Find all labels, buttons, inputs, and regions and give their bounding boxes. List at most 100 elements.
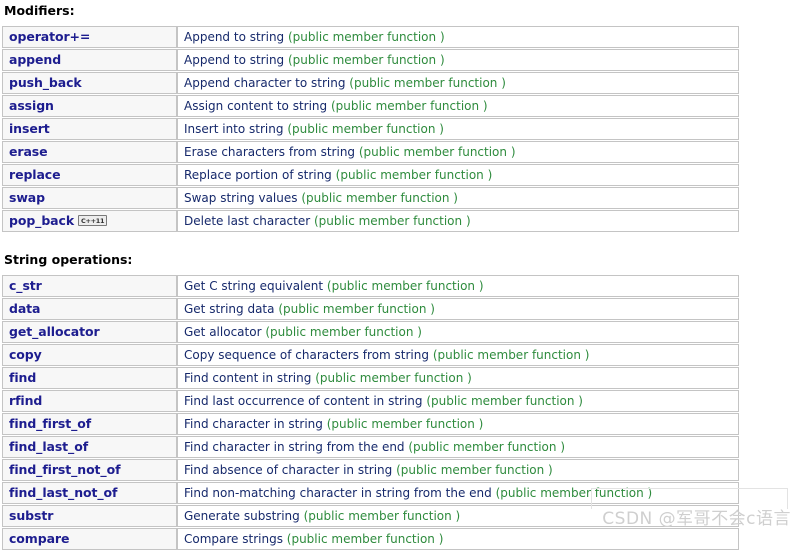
section-string-operations: String operations: c_str Get C string eq…: [0, 253, 801, 551]
table-row: substr Generate substring (public member…: [2, 505, 739, 527]
member-link[interactable]: find_first_not_of: [9, 462, 121, 477]
member-link[interactable]: compare: [9, 531, 69, 546]
member-link[interactable]: data: [9, 301, 41, 316]
table-row: push_back Append character to string (pu…: [2, 72, 739, 94]
table-row: pop_back C++11 Delete last character (pub…: [2, 210, 739, 232]
table-row: swap Swap string values (public member f…: [2, 187, 739, 209]
member-desc-cell: Erase characters from string (public mem…: [177, 141, 739, 163]
member-kind: (public member function ): [358, 144, 516, 159]
table-row: rfind Find last occurrence of content in…: [2, 390, 739, 412]
member-description: Assign content to string: [184, 98, 328, 113]
member-name-cell: insert: [2, 118, 177, 140]
member-desc-cell: Assign content to string (public member …: [177, 95, 739, 117]
table-row: find_first_of Find character in string (…: [2, 413, 739, 435]
member-link[interactable]: find: [9, 370, 36, 385]
member-link[interactable]: get_allocator: [9, 324, 100, 339]
table-row: get_allocator Get allocator (public memb…: [2, 321, 739, 343]
member-name-cell: operator+=: [2, 26, 177, 48]
member-link[interactable]: assign: [9, 98, 54, 113]
member-desc-cell: Get allocator (public member function ): [177, 321, 739, 343]
member-link[interactable]: swap: [9, 190, 45, 205]
member-desc-cell: Insert into string (public member functi…: [177, 118, 739, 140]
member-desc-cell: Find absence of character in string (pub…: [177, 459, 739, 481]
member-link[interactable]: erase: [9, 144, 48, 159]
member-description: Get allocator: [184, 324, 262, 339]
member-kind: (public member function ): [265, 324, 422, 339]
member-description: Append to string: [184, 52, 285, 67]
modifiers-table-body: operator+= Append to string (public memb…: [2, 26, 739, 232]
member-description: Swap string values: [184, 190, 298, 205]
member-link[interactable]: operator+=: [9, 29, 90, 44]
member-kind: (public member function ): [278, 301, 435, 316]
member-kind: (public member function ): [326, 278, 484, 293]
member-name-cell: replace: [2, 164, 177, 186]
member-description: Append to string: [184, 29, 285, 44]
member-name-cell: compare: [2, 528, 177, 550]
member-link[interactable]: copy: [9, 347, 42, 362]
member-name-cell: push_back: [2, 72, 177, 94]
member-desc-cell: Append to string (public member function…: [177, 49, 739, 71]
member-link[interactable]: c_str: [9, 278, 42, 293]
member-link[interactable]: find_last_of: [9, 439, 88, 454]
member-kind: (public member function ): [432, 347, 590, 362]
member-link[interactable]: find_last_not_of: [9, 485, 117, 500]
member-kind: (public member function ): [396, 462, 553, 477]
member-name-cell: find: [2, 367, 177, 389]
member-desc-cell: Find non-matching character in string fr…: [177, 482, 739, 504]
member-name-cell: find_first_not_of: [2, 459, 177, 481]
table-row: data Get string data (public member func…: [2, 298, 739, 320]
member-name-cell: find_last_of: [2, 436, 177, 458]
member-kind: (public member function ): [408, 439, 566, 454]
member-kind: (public member function ): [315, 370, 472, 385]
member-desc-cell: Swap string values (public member functi…: [177, 187, 739, 209]
member-desc-cell: Replace portion of string (public member…: [177, 164, 739, 186]
member-kind: (public member function ): [426, 393, 583, 408]
member-link[interactable]: append: [9, 52, 61, 67]
member-name-cell: substr: [2, 505, 177, 527]
member-description: Delete last character: [184, 213, 311, 228]
member-name-cell: get_allocator: [2, 321, 177, 343]
member-kind: (public member function ): [288, 52, 445, 67]
member-description: Find content in string: [184, 370, 312, 385]
member-link[interactable]: replace: [9, 167, 61, 182]
table-row: assign Assign content to string (public …: [2, 95, 739, 117]
member-link[interactable]: pop_back: [9, 213, 74, 228]
string-operations-table: c_str Get C string equivalent (public me…: [2, 274, 739, 551]
member-description: Find non-matching character in string fr…: [184, 485, 492, 500]
member-kind: (public member function ): [349, 75, 506, 90]
table-row: find_first_not_of Find absence of charac…: [2, 459, 739, 481]
member-name-cell: append: [2, 49, 177, 71]
member-desc-cell: Compare strings (public member function …: [177, 528, 739, 550]
member-link[interactable]: find_first_of: [9, 416, 91, 431]
member-description: Insert into string: [184, 121, 284, 136]
string-operations-table-body: c_str Get C string equivalent (public me…: [2, 275, 739, 550]
member-link[interactable]: rfind: [9, 393, 42, 408]
member-kind: (public member function ): [335, 167, 493, 182]
member-kind: (public member function ): [303, 508, 461, 523]
member-description: Find character in string: [184, 416, 323, 431]
member-kind: (public member function ): [301, 190, 458, 205]
member-description: Erase characters from string: [184, 144, 356, 159]
member-link[interactable]: insert: [9, 121, 50, 136]
member-kind: (public member function ): [495, 485, 653, 500]
member-desc-cell: Copy sequence of characters from string …: [177, 344, 739, 366]
member-kind: (public member function ): [287, 121, 444, 136]
member-link[interactable]: push_back: [9, 75, 82, 90]
table-row: find_last_not_of Find non-matching chara…: [2, 482, 739, 504]
member-description: Append character to string: [184, 75, 346, 90]
member-description: Copy sequence of characters from string: [184, 347, 429, 362]
member-description: Find last occurrence of content in strin…: [184, 393, 423, 408]
member-link[interactable]: substr: [9, 508, 53, 523]
member-kind: (public member function ): [286, 531, 444, 546]
member-description: Get C string equivalent: [184, 278, 324, 293]
table-row: c_str Get C string equivalent (public me…: [2, 275, 739, 297]
member-desc-cell: Find character in string (public member …: [177, 413, 739, 435]
member-desc-cell: Delete last character (public member fun…: [177, 210, 739, 232]
table-row: find_last_of Find character in string fr…: [2, 436, 739, 458]
member-description: Find character in string from the end: [184, 439, 405, 454]
member-desc-cell: Get string data (public member function …: [177, 298, 739, 320]
modifiers-table: operator+= Append to string (public memb…: [2, 25, 739, 233]
member-desc-cell: Find character in string from the end (p…: [177, 436, 739, 458]
member-description: Generate substring: [184, 508, 300, 523]
